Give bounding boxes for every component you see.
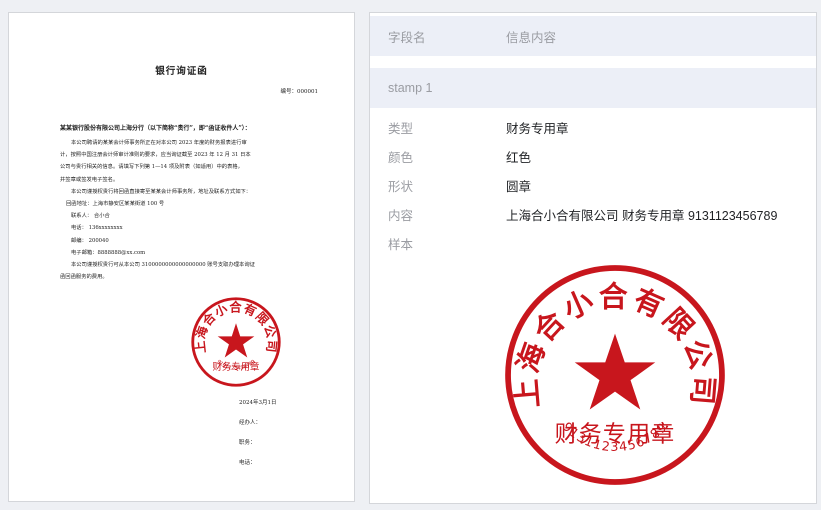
- field-value: 红色: [506, 150, 532, 165]
- document-line: 计，按照中国注册会计师审计准则的要求，应当询证截至 2023 年 12 月 31…: [60, 152, 251, 159]
- info-panel: 字段名 信息内容 stamp 1 类型 财务专用章 颜色 红色 形状 圆章 内容…: [369, 12, 817, 504]
- field-value: 上海合小合有限公司 财务专用章 9131123456789: [506, 208, 778, 223]
- field-row-type: 类型 财务专用章: [370, 117, 816, 137]
- document-contact-line: 电话： 136xxxxxxxx: [71, 225, 123, 232]
- field-key: 形状: [388, 179, 414, 194]
- document-contact-line: 电子邮箱：8888888@xx.com: [71, 249, 146, 256]
- field-row-shape: 形状 圆章: [370, 175, 816, 195]
- document-preview: 银行询证函 编号：000001 某某银行股份有限公司上海分行（以下简称“贵行”，…: [8, 12, 355, 502]
- document-contact-line: 联系人： 合小合: [71, 213, 110, 220]
- field-value: 圆章: [506, 179, 532, 194]
- section-title: stamp 1: [388, 81, 433, 95]
- field-value: 财务专用章: [506, 121, 569, 136]
- document-body: 本公司聘请的某某会计师事务所正在对本公司 2023 年度的财务报表进行审 计，按…: [60, 137, 322, 283]
- field-row-sample: 样本: [370, 233, 816, 253]
- document-contact-line: 回函地址：上海市静安区某某街道 100 号: [66, 201, 165, 208]
- document-addressee: 某某银行股份有限公司上海分行（以下简称“贵行”，即“函证收件人”）：: [60, 125, 251, 132]
- document-ref-number: 编号：000001: [280, 89, 319, 95]
- document-date: 2024年3月1日: [239, 400, 277, 406]
- document-line: 本公司谨授权贵行可从本公司 3100000000000000000 账号支取办理…: [71, 262, 255, 269]
- signature-handler: 经办人：: [239, 420, 262, 426]
- field-key: 样本: [388, 237, 414, 252]
- document-contact-line: 邮编： 200040: [71, 237, 109, 244]
- field-key: 颜色: [388, 150, 414, 165]
- document-line: 公司与贵行相关的信息。请填写下列第 1—14 项及附表（如适用）中的表格，: [60, 164, 243, 171]
- signature-position: 职务：: [239, 440, 256, 446]
- document-line: 并签章或签发电子签名。: [60, 176, 119, 183]
- seal-stamp-small: 上海合小合有限公司 财务专用章 9131123456789: [191, 297, 281, 387]
- table-header: 字段名 信息内容: [370, 16, 816, 56]
- document-line: 本公司聘请的某某会计师事务所正在对本公司 2023 年度的财务报表进行审: [71, 140, 247, 146]
- document-title: 银行询证函: [155, 66, 208, 77]
- seal-stamp-sample: 上海合小合有限公司 财务专用章 9131123456789: [505, 265, 725, 485]
- field-row-color: 颜色 红色: [370, 146, 816, 166]
- section-header[interactable]: stamp 1: [370, 68, 816, 108]
- signature-block: 2024年3月1日 经办人： 职务： 电话：: [239, 393, 277, 473]
- header-field-name: 字段名: [388, 30, 426, 45]
- field-row-content: 内容 上海合小合有限公司 财务专用章 9131123456789: [370, 204, 816, 224]
- signature-phone: 电话：: [239, 460, 256, 466]
- document-line: 本公司谨授权贵行将回函直接寄至某某会计师事务所，地址及联系方式如下：: [71, 188, 252, 195]
- document-line: 函回函服务的费用。: [60, 274, 108, 281]
- header-field-value: 信息内容: [506, 30, 557, 45]
- field-key: 内容: [388, 208, 414, 223]
- field-key: 类型: [388, 121, 414, 136]
